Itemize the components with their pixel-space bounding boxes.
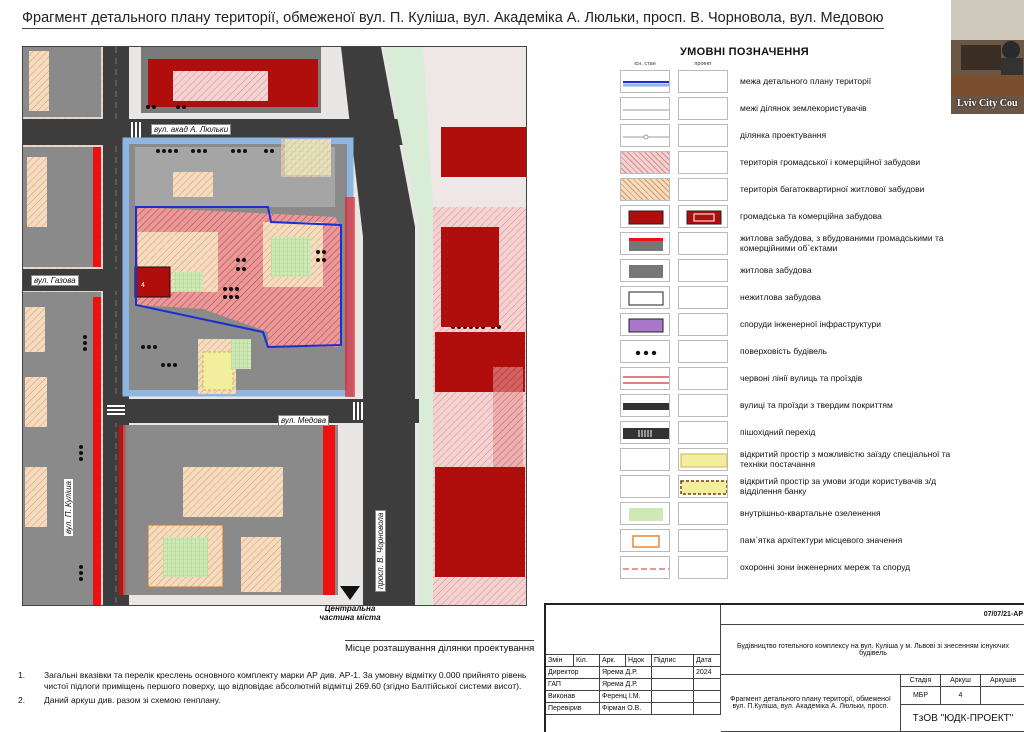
company-name: ТзОВ "ЮДК-ПРОЕКТ" — [901, 705, 1024, 732]
legend-item: вулиці та проїзди з твердим покриттям — [620, 392, 950, 419]
legend-item: громадська та комерційна забудова — [620, 203, 950, 230]
legend-item: червоні лінії вулиць та проїздів — [620, 365, 950, 392]
page-title: Фрагмент детального плану території, обм… — [22, 10, 884, 29]
legend-item: територія багатоквартирної житлової забу… — [620, 176, 950, 203]
legend-col-existing: існ. стан — [634, 61, 656, 67]
street-label-lyulky: вул. акад А. Люльки — [151, 124, 232, 135]
legend-item: пам`ятка архітектури місцевого значення — [620, 527, 950, 554]
street-label-hazova: вул. Газова — [31, 275, 79, 286]
stamp-year: 2024 — [694, 667, 721, 679]
sheet-value: 4 — [941, 687, 981, 705]
legend-item: житлова забудова — [620, 257, 950, 284]
legend-title: УМОВНІ ПОЗНАЧЕННЯ — [680, 46, 809, 58]
legend-item: споруди інженерної інфраструктури — [620, 311, 950, 338]
drawing-name: Фрагмент детального плану території, обм… — [721, 675, 901, 732]
legend-item: відкритий простір з можливістю заїзду сп… — [620, 446, 950, 473]
street-label-kulisha: вул. П. Куліша — [63, 478, 74, 537]
stage-value: МБР — [901, 687, 941, 705]
legend-item: внутрішньо-квартальне озеленення — [620, 500, 950, 527]
inset-label: Lviv City Cou — [957, 98, 1018, 109]
svg-text:4: 4 — [141, 282, 145, 289]
legend-item: межі ділянок землекористувачів — [620, 95, 950, 122]
project-name: Будівництво готельного комплексу на вул.… — [721, 625, 1024, 675]
location-label: Центральна частина міста — [319, 604, 381, 622]
note-item: 2. Даний аркуш див. разом зі схемою генпл… — [18, 695, 221, 705]
location-caption: Місце розташування ділянки проектування — [345, 640, 535, 654]
location-marker-icon — [340, 586, 360, 600]
legend-col-project: проект — [694, 61, 712, 67]
project-code: 07/07/21-АР — [721, 605, 1024, 625]
legend-item: відкритий простір за умови згоди користу… — [620, 473, 950, 500]
legend: межа детального плану території межі діл… — [620, 68, 950, 581]
plan-drawing: 4 — [23, 47, 526, 605]
legend-item: межа детального плану території — [620, 68, 950, 95]
sheets-value — [981, 687, 1024, 705]
legend-item: нежитлова забудова — [620, 284, 950, 311]
legend-item: пішохідний перехід — [620, 419, 950, 446]
site-plan-map: 4 вул. акад А. Люльки вул. Газова вул. М… — [22, 46, 527, 606]
legend-item: житлова забудова, з вбудованими громадсь… — [620, 230, 950, 257]
street-label-medova: вул. Медова — [278, 415, 330, 426]
general-notes: 1. Загальні вказівки та перелік креслень … — [18, 670, 533, 709]
legend-item: ділянка проектування — [620, 122, 950, 149]
video-inset — [951, 0, 1024, 114]
street-label-chornovola: просп. В. Чорновола — [375, 509, 386, 592]
legend-item: поверховість будівель — [620, 338, 950, 365]
legend-item: територія громадської і комерційної забу… — [620, 149, 950, 176]
title-block: 07/07/21-АР Будівництво готельного компл… — [544, 603, 1024, 732]
legend-item: охоронні зони інженерних мереж та споруд — [620, 554, 950, 581]
note-item: 1. Загальні вказівки та перелік креслень … — [18, 670, 527, 691]
